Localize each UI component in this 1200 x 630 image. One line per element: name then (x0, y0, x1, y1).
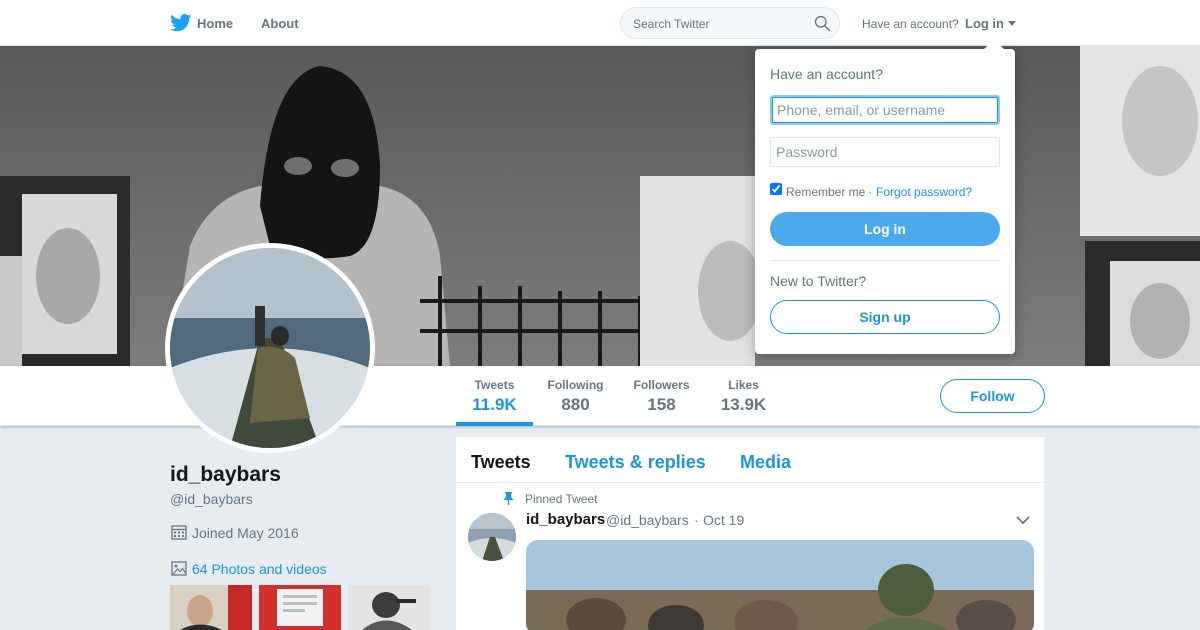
calendar-icon (171, 525, 187, 540)
media-thumbnail[interactable] (348, 585, 430, 630)
stat-likes[interactable]: Likes 13.9K (713, 378, 774, 415)
stat-following[interactable]: Following 880 (543, 378, 608, 415)
tab-media[interactable]: Media (740, 452, 791, 473)
signup-button[interactable]: Sign up (770, 300, 1000, 334)
tweet-photo (526, 540, 1034, 630)
photos-videos-link[interactable]: 64 Photos and videos (192, 561, 327, 577)
pin-icon (503, 492, 514, 505)
tweet-avatar[interactable] (468, 513, 516, 561)
login-dropdown-title: Have an account? (770, 66, 883, 82)
tweet-author-name[interactable]: id_baybars (526, 511, 605, 528)
search-box (620, 7, 840, 39)
dropdown-divider (770, 260, 1000, 261)
photo-icon (171, 561, 187, 576)
nav-home-link[interactable]: Home (197, 16, 233, 31)
top-navigation: Home About Have an account? Log in (0, 0, 1200, 46)
tweet-separator: · (694, 512, 699, 528)
active-stat-indicator (456, 422, 533, 426)
stat-label: Following (547, 378, 604, 392)
stat-label: Likes (728, 378, 759, 392)
stat-tweets[interactable]: Tweets 11.9K (456, 378, 533, 415)
pinned-tweet-label: Pinned Tweet (525, 492, 598, 506)
tab-tweets[interactable]: Tweets (471, 452, 531, 473)
thumbnail-image (259, 585, 341, 630)
tab-tweets-replies[interactable]: Tweets & replies (565, 452, 706, 473)
password-field[interactable] (770, 137, 1000, 167)
chevron-down-icon[interactable] (1016, 515, 1030, 525)
profile-display-name[interactable]: id_baybars (170, 463, 281, 487)
caret-down-icon[interactable] (1008, 21, 1016, 26)
have-account-label: Have an account? (862, 17, 959, 31)
stat-label: Tweets (474, 378, 515, 392)
stat-value: 11.9K (472, 395, 517, 414)
forgot-password-link[interactable]: Forgot password? (876, 185, 972, 199)
nav-about-link[interactable]: About (261, 16, 299, 31)
login-button[interactable]: Log in (770, 212, 1000, 246)
tweet-media-image[interactable] (526, 540, 1034, 630)
login-menu-link[interactable]: Log in (965, 16, 1004, 31)
timeline-tabs: Tweets Tweets & replies Media (456, 437, 1044, 483)
stat-value: 158 (647, 395, 676, 414)
avatar-image (170, 248, 370, 448)
remember-me-checkbox[interactable] (770, 183, 782, 195)
thumbnail-image (348, 585, 430, 630)
follow-button[interactable]: Follow (940, 379, 1045, 413)
twitter-bird-icon[interactable] (170, 14, 192, 32)
tweet-timestamp[interactable]: Oct 19 (703, 512, 744, 528)
thumbnail-image (170, 585, 252, 630)
profile-avatar[interactable] (165, 243, 375, 453)
separator-dot: · (868, 185, 872, 199)
joined-date: Joined May 2016 (192, 525, 299, 541)
media-thumbnail[interactable] (170, 585, 252, 630)
login-dropdown: Have an account? Remember me · Forgot pa… (755, 39, 1015, 354)
tweet-avatar-image (468, 513, 516, 561)
timeline: Tweets Tweets & replies Media Pinned Twe… (456, 437, 1044, 630)
username-field[interactable] (770, 95, 1000, 125)
search-input[interactable] (633, 15, 803, 33)
stat-value: 13.9K (720, 395, 767, 414)
media-thumbnail[interactable] (259, 585, 341, 630)
tweet-author-handle[interactable]: @id_baybars (606, 512, 689, 528)
search-icon[interactable] (814, 15, 831, 32)
new-to-twitter-label: New to Twitter? (770, 273, 867, 289)
stat-value: 880 (561, 395, 590, 414)
stat-label: Followers (633, 378, 690, 392)
stat-followers[interactable]: Followers 158 (628, 378, 695, 415)
profile-screen-name: @id_baybars (170, 491, 253, 507)
remember-me-label[interactable]: Remember me (786, 185, 865, 199)
